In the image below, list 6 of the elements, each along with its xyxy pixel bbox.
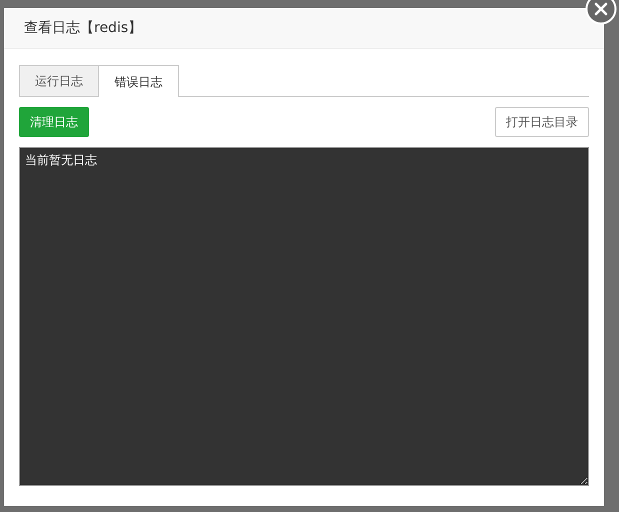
tab[interactable]: 运行日志 <box>19 65 99 96</box>
open-folder-button[interactable]: 打开日志目录 <box>495 107 589 137</box>
close-button[interactable] <box>585 0 617 25</box>
log-textarea[interactable]: 当前暂无日志 <box>19 147 589 486</box>
tab[interactable]: 错误日志 <box>99 65 179 97</box>
dialog-title: 查看日志【redis】 <box>24 18 142 38</box>
